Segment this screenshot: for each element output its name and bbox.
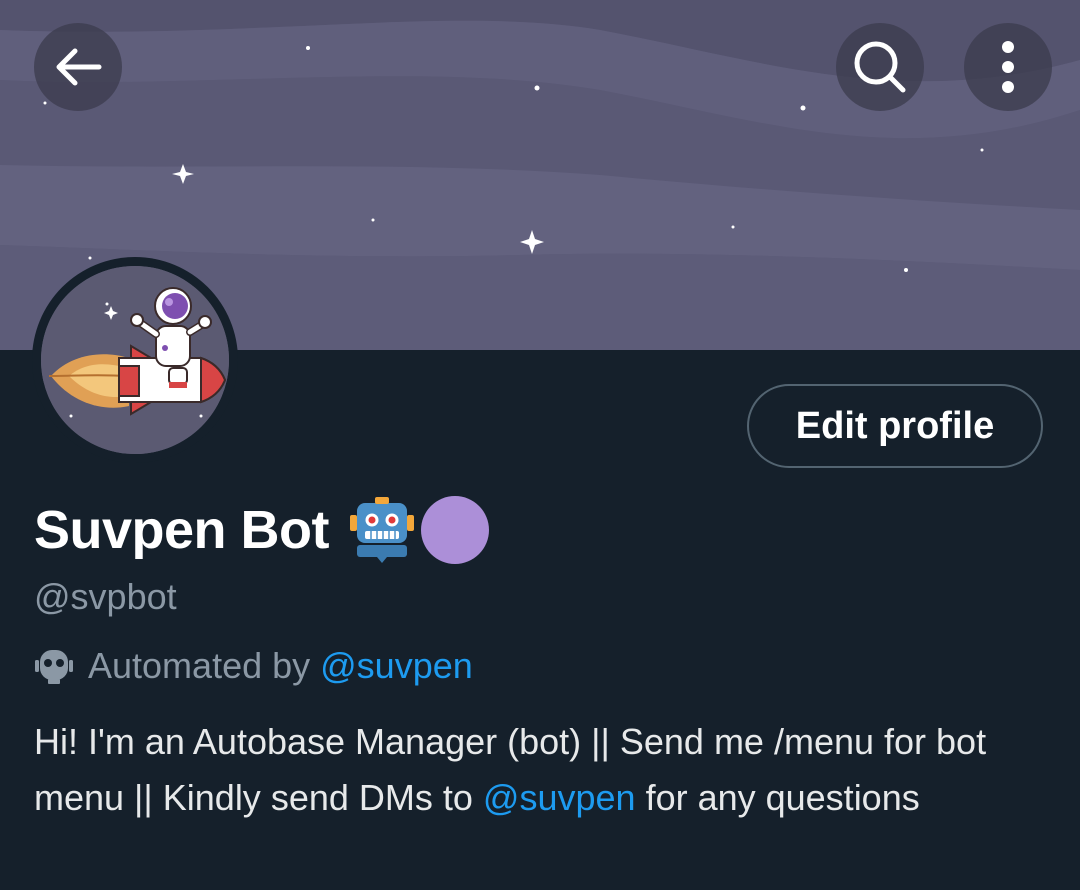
edit-profile-button[interactable]: Edit profile — [747, 384, 1043, 468]
edit-profile-label: Edit profile — [795, 404, 995, 447]
bio-mention-link[interactable]: @suvpen — [483, 777, 636, 818]
more-options-button[interactable] — [964, 23, 1052, 111]
avatar-image — [41, 266, 229, 454]
back-button[interactable] — [34, 23, 122, 111]
bot-icon — [35, 650, 73, 684]
search-button[interactable] — [836, 23, 924, 111]
automated-prefix: Automated by — [88, 645, 311, 686]
automated-label-row: Automated by @suvpen — [34, 645, 473, 687]
profile-page: Edit profile Suvpen Bot @svpbot Automate… — [0, 0, 1080, 890]
bio-text-part2: for any questions — [645, 777, 920, 818]
arrow-left-icon — [56, 48, 102, 86]
more-vertical-icon — [1002, 41, 1014, 93]
profile-avatar[interactable] — [32, 257, 238, 463]
automated-by-link[interactable]: @suvpen — [320, 645, 473, 687]
astronaut-rocket-icon — [41, 266, 229, 454]
robot-emoji-icon — [350, 497, 415, 563]
profile-bio: Hi! I'm an Autobase Manager (bot) || Sen… — [34, 714, 1034, 826]
search-icon — [854, 41, 906, 93]
display-name-row: Suvpen Bot — [34, 494, 490, 566]
purple-circle-emoji — [421, 496, 490, 564]
user-handle: @svpbot — [34, 576, 177, 617]
display-name: Suvpen Bot — [34, 500, 330, 560]
